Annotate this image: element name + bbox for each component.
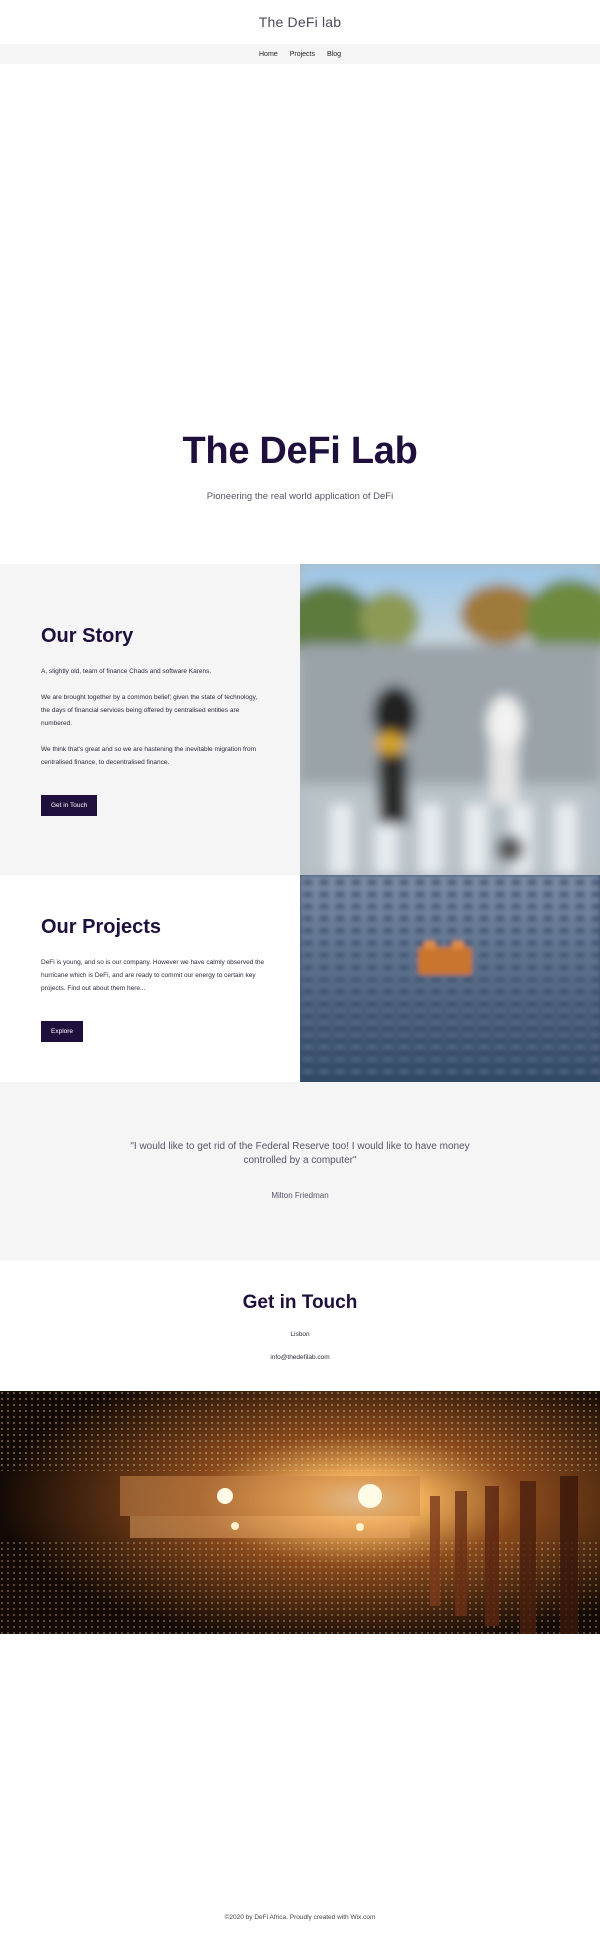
story-text-panel: Our Story A, slightly old, team of finan… xyxy=(0,564,300,875)
light-tunnel-photo xyxy=(0,1391,600,1634)
story-section: Our Story A, slightly old, team of finan… xyxy=(0,564,600,875)
footer: ©2020 by DeFi Africa. Proudly created wi… xyxy=(0,1634,600,1940)
story-paragraph-2: We are brought together by a common beli… xyxy=(41,694,258,727)
hero-subtitle: Pioneering the real world application of… xyxy=(206,491,394,502)
contact-email-link[interactable]: info@thedefilab.com xyxy=(0,1354,600,1361)
quote-section: "I would like to get rid of the Federal … xyxy=(0,1082,600,1261)
story-paragraph-3: We think that's great and so we are hast… xyxy=(41,746,257,766)
projects-text-panel: Our Projects DeFi is young, and so is ou… xyxy=(0,875,300,1082)
story-heading: Our Story xyxy=(41,625,134,647)
nav-item-blog[interactable]: Blog xyxy=(327,51,341,58)
contact-city: Lisbon xyxy=(290,1331,310,1338)
explore-button[interactable]: Explore xyxy=(41,1021,84,1042)
site-title[interactable]: The DeFi lab xyxy=(0,14,600,30)
site-header: The DeFi lab xyxy=(0,0,600,44)
footer-copyright: ©2020 by DeFi Africa. Proudly created wi… xyxy=(224,1914,376,1921)
nav-item-projects[interactable]: Projects xyxy=(290,51,315,58)
light-tunnel-graphic xyxy=(0,1391,600,1634)
projects-heading: Our Projects xyxy=(41,916,162,938)
get-in-touch-button[interactable]: Get in Touch xyxy=(41,795,98,816)
contact-heading: Get in Touch xyxy=(242,1292,358,1313)
story-paragraph-1: A, slightly old, team of finance Chads a… xyxy=(41,668,212,675)
crosswalk-photo xyxy=(300,564,600,875)
quote-author: Milton Friedman xyxy=(271,1191,329,1200)
contact-section: Get in Touch Lisbon info@thedefilab.com xyxy=(0,1261,600,1391)
nav-bar: Home Projects Blog xyxy=(0,44,600,64)
hero-section: The DeFi Lab Pioneering the real world a… xyxy=(0,64,600,564)
crosswalk-photo-graphic xyxy=(300,564,600,875)
quote-text: "I would like to get rid of the Federal … xyxy=(130,1141,470,1166)
building-blocks-graphic xyxy=(300,875,600,1082)
nav-item-home[interactable]: Home xyxy=(259,51,278,58)
hero-title: The DeFi Lab xyxy=(182,430,418,472)
building-blocks-photo xyxy=(300,875,600,1082)
projects-paragraph: DeFi is young, and so is our company. Ho… xyxy=(41,959,265,992)
projects-section: Our Projects DeFi is young, and so is ou… xyxy=(0,875,600,1082)
